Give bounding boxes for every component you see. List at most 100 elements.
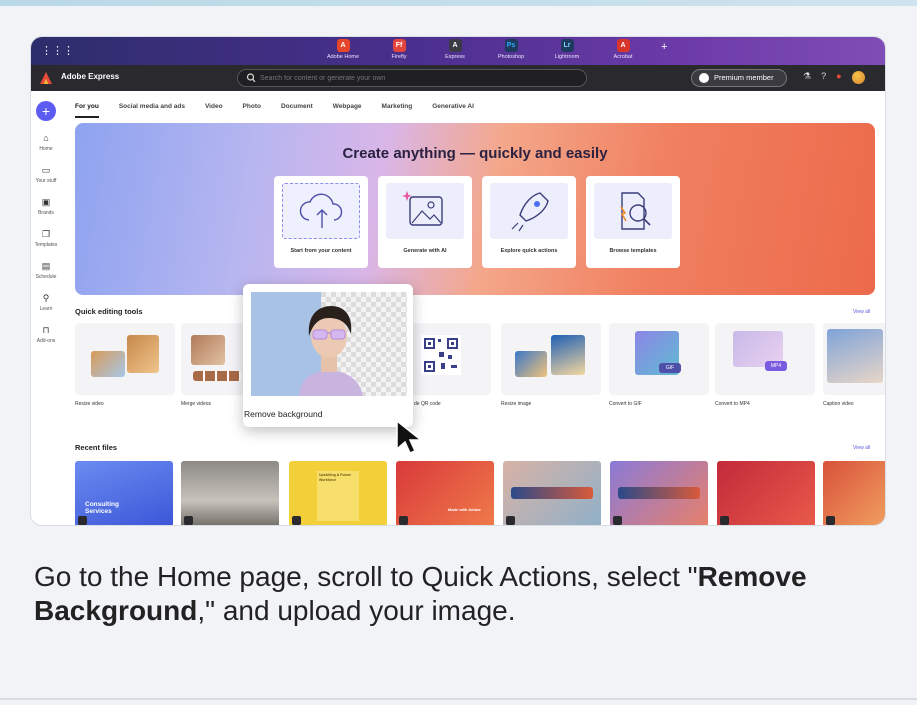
search-icon bbox=[246, 73, 256, 83]
instruction-caption: Go to the Home page, scroll to Quick Act… bbox=[34, 560, 894, 628]
quick-tools-view-all-link[interactable]: View all bbox=[853, 309, 870, 315]
avatar[interactable] bbox=[851, 71, 865, 84]
express-badge-icon bbox=[78, 516, 87, 525]
ai-visual bbox=[386, 183, 464, 239]
app-label: Adobe Home bbox=[326, 54, 360, 60]
generate-with-ai-card[interactable]: Generate with AI bbox=[378, 176, 472, 268]
recent-file-workforce[interactable]: Upskilling & Future Workforce bbox=[289, 461, 387, 525]
create-new-button[interactable]: + bbox=[36, 101, 56, 121]
start-from-content-card[interactable]: Start from your content bbox=[274, 176, 368, 268]
recent-file-cola-2[interactable] bbox=[717, 461, 815, 525]
rail-label: Your stuff bbox=[35, 178, 57, 184]
premium-member-button[interactable]: Premium member bbox=[691, 69, 787, 87]
app-acrobat[interactable]: A Acrobat bbox=[601, 39, 645, 60]
express-badge-icon bbox=[720, 516, 729, 525]
explore-quick-actions-card[interactable]: Explore quick actions bbox=[482, 176, 576, 268]
tab-for-you[interactable]: For you bbox=[75, 103, 99, 118]
tool-label: Caption video bbox=[823, 401, 854, 407]
tool-label: de QR code bbox=[414, 401, 441, 407]
lab-icon[interactable]: ⚗ bbox=[803, 71, 811, 84]
gif-badge: GIF bbox=[659, 363, 681, 373]
clip-thumbnail bbox=[191, 335, 225, 365]
tab-video[interactable]: Video bbox=[205, 103, 223, 118]
screenshot-card: ⋮⋮⋮ A Adobe Home Ff Firefly A Express Ps… bbox=[30, 36, 886, 526]
rail-item-your-stuff[interactable]: ▭ Your stuff bbox=[31, 165, 61, 184]
recent-file-text: Made with Adobe bbox=[448, 507, 481, 512]
search-input[interactable] bbox=[260, 72, 570, 84]
acrobat-icon: A bbox=[616, 39, 630, 52]
tool-label: Convert to GIF bbox=[609, 401, 642, 407]
tab-social-media-and-ads[interactable]: Social media and ads bbox=[119, 103, 185, 118]
help-icon[interactable]: ? bbox=[821, 71, 826, 84]
card-label: Explore quick actions bbox=[500, 248, 558, 254]
express-badge-icon bbox=[613, 516, 622, 525]
recent-file-text: Consulting Services bbox=[85, 501, 119, 515]
app-express[interactable]: A Express bbox=[433, 39, 477, 60]
app-photoshop[interactable]: Ps Photoshop bbox=[489, 39, 533, 60]
upload-visual bbox=[282, 183, 360, 239]
rocket-icon bbox=[511, 192, 549, 232]
recent-file-banner-2[interactable] bbox=[610, 461, 708, 525]
app-switcher-bar: ⋮⋮⋮ A Adobe Home Ff Firefly A Express Ps… bbox=[31, 37, 885, 65]
app-label: Acrobat bbox=[613, 54, 633, 60]
recent-file-meeting[interactable] bbox=[181, 461, 279, 525]
hero-cards: Start from your content Generate with AI bbox=[274, 176, 680, 268]
timeline-strip bbox=[193, 371, 241, 381]
rail-item-schedule[interactable]: ▤ Schedule bbox=[31, 261, 61, 280]
banner-strip bbox=[618, 487, 700, 499]
tool-convert-to-gif[interactable]: GIF bbox=[609, 323, 709, 395]
caption-text-after: ," and upload your image. bbox=[197, 595, 516, 626]
rail-item-templates[interactable]: ❐ Templates bbox=[31, 229, 61, 248]
image-sparkle-icon bbox=[402, 191, 443, 226]
tab-marketing[interactable]: Marketing bbox=[382, 103, 413, 118]
tool-label: Merge videos bbox=[181, 401, 212, 407]
dog-thumbnail-large bbox=[127, 335, 159, 373]
notification-icon[interactable]: ● bbox=[836, 71, 841, 84]
rail-item-brands[interactable]: ▣ Brands bbox=[31, 197, 61, 216]
tool-convert-to-mp4[interactable]: MP4 bbox=[715, 323, 815, 395]
app-grid-icon[interactable]: ⋮⋮⋮ bbox=[41, 45, 74, 57]
rail-label: Templates bbox=[34, 242, 58, 248]
recent-file-banner-1[interactable] bbox=[503, 461, 601, 525]
express-badge-icon bbox=[399, 516, 408, 525]
adobe-home-icon: A bbox=[336, 39, 350, 52]
tab-generative-ai[interactable]: Generative AI bbox=[432, 103, 474, 118]
remove-background-card[interactable]: Remove background bbox=[243, 284, 413, 427]
app-adobe-home[interactable]: A Adobe Home bbox=[321, 39, 365, 60]
app-lightroom[interactable]: Lr Lightroom bbox=[545, 39, 589, 60]
top-accent-strip bbox=[0, 0, 917, 6]
recent-file-cola-1[interactable]: Made with Adobe bbox=[396, 461, 494, 525]
express-badge-icon bbox=[826, 516, 835, 525]
add-ons-icon: ⊓ bbox=[42, 325, 50, 335]
app-firefly[interactable]: Ff Firefly bbox=[377, 39, 421, 60]
browse-templates-card[interactable]: Browse templates bbox=[586, 176, 680, 268]
app-list: A Adobe Home Ff Firefly A Express Ps Pho… bbox=[321, 39, 667, 60]
recent-file-text: Upskilling & Future Workforce bbox=[317, 471, 359, 521]
banner-strip bbox=[511, 487, 593, 499]
recent-file-cola-3[interactable] bbox=[823, 461, 885, 525]
tab-photo[interactable]: Photo bbox=[243, 103, 261, 118]
rail-item-home[interactable]: ⌂ Home bbox=[31, 133, 61, 152]
firefly-icon: Ff bbox=[392, 39, 406, 52]
add-app-icon[interactable]: + bbox=[661, 39, 667, 60]
rail-item-add-ons[interactable]: ⊓ Add-ons bbox=[31, 325, 61, 344]
tab-webpage[interactable]: Webpage bbox=[333, 103, 362, 118]
image-thumbnail-small bbox=[515, 351, 547, 377]
search-bar[interactable] bbox=[237, 69, 587, 87]
rail-item-learn[interactable]: ⚲ Learn bbox=[31, 293, 61, 312]
express-icon: A bbox=[448, 39, 462, 52]
mouse-pointer-icon bbox=[396, 419, 424, 454]
app-label: Lightroom bbox=[554, 54, 580, 60]
tool-caption-video[interactable] bbox=[823, 323, 885, 395]
app-label: Firefly bbox=[391, 54, 407, 60]
card-label: Start from your content bbox=[290, 248, 352, 254]
tool-resize-image[interactable] bbox=[501, 323, 601, 395]
caption-text-before: Go to the Home page, scroll to Quick Act… bbox=[34, 561, 698, 592]
recent-file-consulting[interactable]: Consulting Services bbox=[75, 461, 173, 525]
tab-document[interactable]: Document bbox=[281, 103, 313, 118]
adobe-express-logo-icon bbox=[40, 72, 52, 84]
brand-icon: ▣ bbox=[41, 197, 51, 207]
tool-resize-video[interactable] bbox=[75, 323, 175, 395]
image-thumbnail-large bbox=[551, 335, 585, 375]
recent-files-view-all-link[interactable]: View all bbox=[853, 445, 870, 451]
